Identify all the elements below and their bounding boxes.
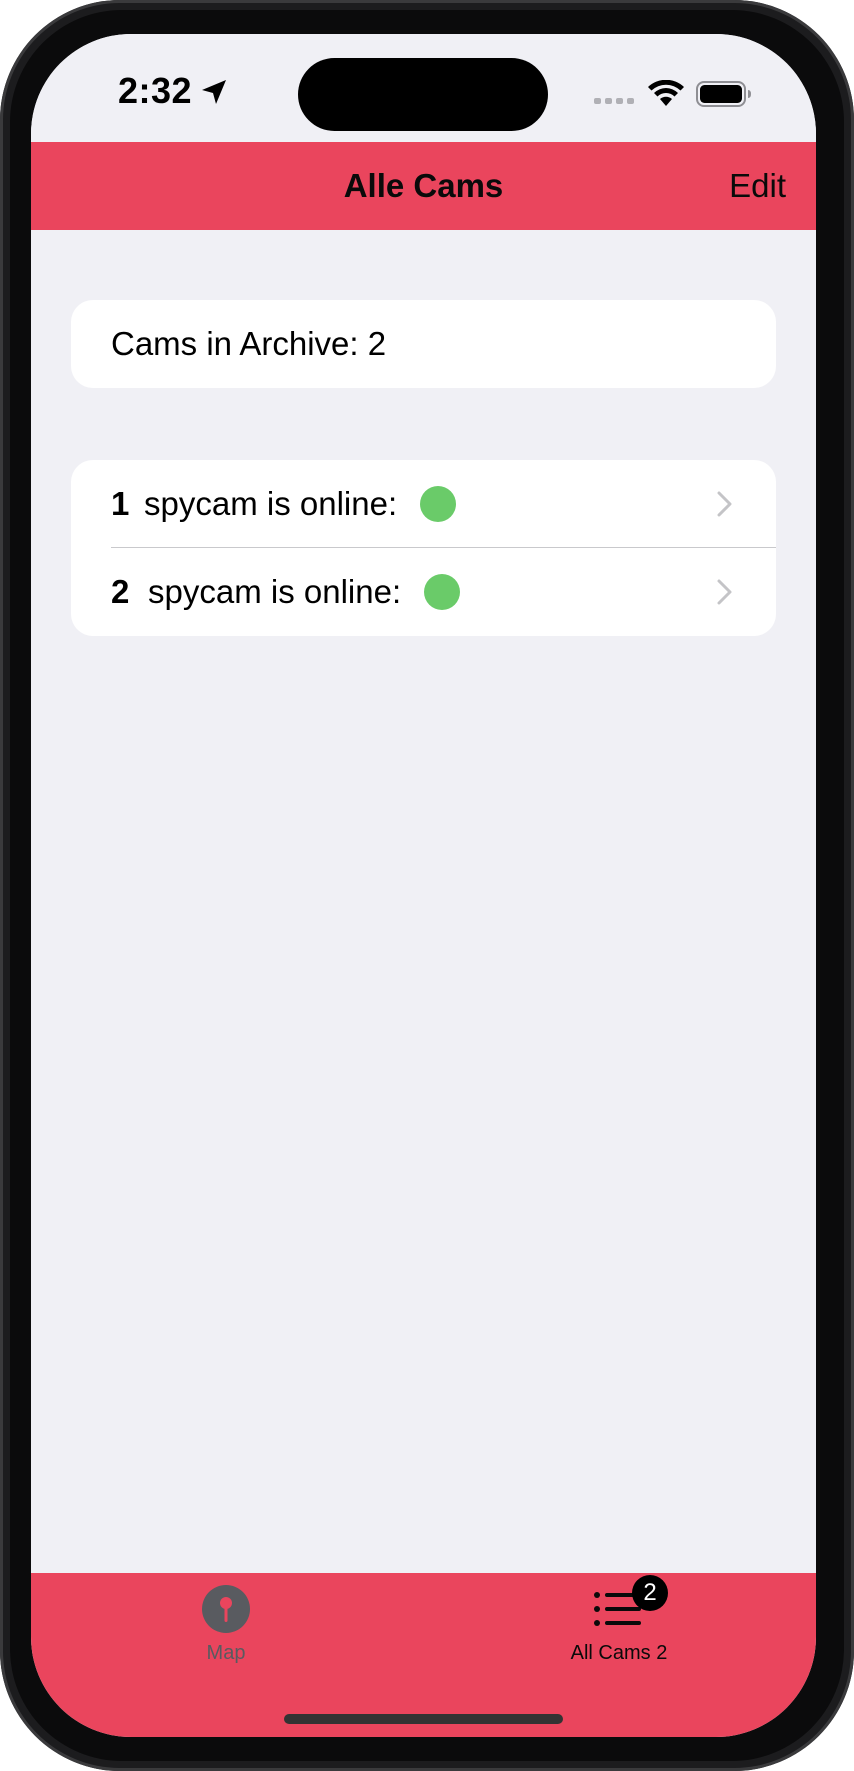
dynamic-island <box>298 58 548 131</box>
chevron-right-icon <box>717 491 732 517</box>
edit-button[interactable]: Edit <box>729 142 786 230</box>
chevron-right-icon <box>717 579 732 605</box>
archive-count-label: Cams in Archive: 2 <box>111 325 387 362</box>
page-title: Alle Cams <box>343 167 504 204</box>
online-status-dot <box>420 486 456 522</box>
navigation-bar: Alle Cams Edit <box>31 142 816 230</box>
status-bar: 2:32 <box>31 34 816 142</box>
location-arrow-icon <box>202 80 226 104</box>
home-indicator[interactable] <box>284 1714 563 1724</box>
tab-map-label: Map <box>206 1642 246 1664</box>
online-status-dot <box>424 574 460 610</box>
archive-count-card: Cams in Archive: 2 <box>71 300 776 388</box>
tab-badge: 2 <box>632 1575 668 1611</box>
cellular-signal-icon <box>594 98 634 104</box>
tab-all-cams[interactable]: 2 All Cams 2 <box>519 1573 719 1683</box>
wifi-icon <box>648 80 684 106</box>
cam-list: 1 spycam is online: 2 spycam is online: <box>71 460 776 636</box>
map-pin-icon <box>202 1585 250 1633</box>
battery-icon <box>696 81 751 107</box>
tab-map[interactable]: Map <box>126 1573 326 1683</box>
tab-bar: Map 2 All Cams 2 <box>31 1573 816 1737</box>
cam-number: 1 <box>111 485 130 522</box>
tab-all-cams-label: All Cams 2 <box>570 1642 668 1664</box>
cam-status-label: spycam is online: <box>148 573 402 610</box>
screen: 2:32 Alle Cams Edit Cams in Archive: 2 1… <box>31 34 816 1737</box>
status-time: 2:32 <box>118 70 193 111</box>
device-frame: 2:32 Alle Cams Edit Cams in Archive: 2 1… <box>0 0 854 1771</box>
cam-list-item[interactable]: 1 spycam is online: <box>71 460 776 548</box>
cam-list-item[interactable]: 2 spycam is online: <box>71 548 776 636</box>
cam-status-label: spycam is online: <box>144 485 398 522</box>
cam-number: 2 <box>111 573 130 610</box>
